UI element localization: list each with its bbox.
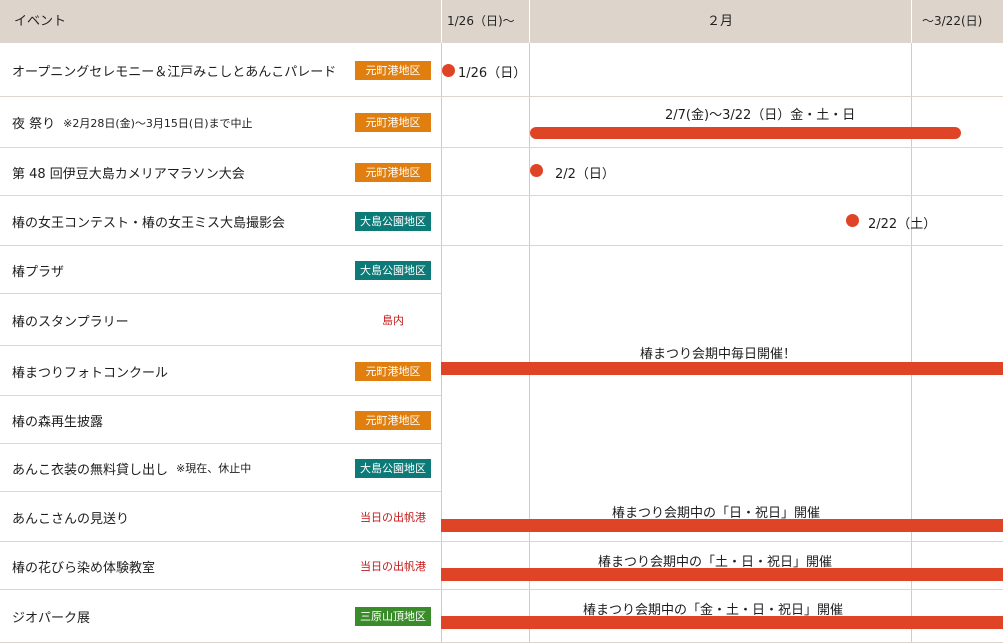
area-badge: 当日の出帆港 (360, 560, 426, 573)
header-end-date: 〜3/22(日) (922, 14, 983, 28)
event-name: 椿プラザ (12, 246, 64, 294)
event-name: 椿の森再生披露 (12, 396, 103, 444)
event-note: ※2月28日(金)〜3月15日(日)まで中止 (63, 116, 253, 130)
queen-dot (846, 214, 859, 227)
queen-date-label: 2/22（土） (868, 217, 937, 232)
event-note: ※現在、休止中 (176, 462, 252, 475)
area-badge: 当日の出帆港 (360, 511, 426, 524)
area-badge: 島内 (382, 314, 404, 327)
event-name-text: 椿の森再生披露 (12, 414, 104, 430)
daily-label: 椿まつり会期中毎日開催！ (640, 347, 797, 362)
event-name-text: 第 48 回伊豆大島カメリアマラソン大会 (12, 166, 245, 182)
event-name-text: 椿プラザ (12, 264, 65, 280)
sat-sun-holiday-bar (441, 568, 1003, 581)
event-name: あんこさんの見送り (12, 492, 129, 542)
area-badge: 大島公園地区 (355, 459, 431, 478)
event-name: 夜 祭り ※2月28日(金)〜3月15日(日)まで中止 (12, 97, 253, 148)
event-name-text: ジオパーク展 (12, 611, 91, 626)
night-festival-label: 2/7(金)〜3/22（日）金・土・日 (665, 108, 856, 123)
event-name: 椿のスタンプラリー (12, 294, 129, 346)
event-name-text: あんこさんの見送り (12, 511, 130, 527)
sun-holiday-bar (441, 519, 1003, 532)
daily-bar (441, 362, 1003, 375)
table-row: 椿プラザ 大島公園地区 (0, 246, 1003, 294)
event-name: オープニングセレモニー＆江戸みこしとあんこパレード (12, 44, 336, 97)
area-badge: 元町港地区 (355, 113, 431, 132)
table-row: 椿の森再生披露 元町港地区 (0, 396, 1003, 444)
event-name: ジオパーク展 (12, 590, 90, 643)
table-row: 椿のスタンプラリー 島内 (0, 294, 1003, 346)
event-name-text: 椿まつりフォトコンクール (12, 365, 169, 381)
event-name: 椿まつりフォトコンクール (12, 346, 168, 396)
table-row: あんこ衣装の無料貸し出し ※現在、休止中 大島公園地区 (0, 444, 1003, 492)
event-name-text: 椿の女王コンテスト・椿の女王ミス大島撮影会 (12, 215, 286, 231)
table-row: 椿の花びら染め体験教室 当日の出帆港 (0, 542, 1003, 590)
table-header: イベント 1/26（日)〜 ２月 〜3/22(日) (0, 0, 1003, 43)
event-name-text: あんこ衣装の無料貸し出し (12, 462, 169, 478)
opening-date-label: 1/26（日） (458, 66, 527, 81)
area-badge: 元町港地区 (355, 362, 431, 381)
opening-dot (442, 64, 455, 77)
event-name-text: 椿の花びら染め体験教室 (12, 560, 156, 576)
event-schedule-table: イベント 1/26（日)〜 ２月 〜3/22(日) オープニングセレモニー＆江戸… (0, 0, 1003, 643)
event-name: あんこ衣装の無料貸し出し ※現在、休止中 (12, 444, 251, 492)
area-badge: 元町港地区 (355, 163, 431, 182)
header-start-date: 1/26（日)〜 (447, 14, 515, 28)
event-name: 椿の女王コンテスト・椿の女王ミス大島撮影会 (12, 196, 285, 246)
marathon-dot (530, 164, 543, 177)
table-row: あんこさんの見送り 当日の出帆港 (0, 492, 1003, 542)
header-divider (529, 0, 530, 43)
header-divider (911, 0, 912, 43)
night-festival-bar (530, 127, 961, 139)
area-badge: 元町港地区 (355, 411, 431, 430)
event-name: 椿の花びら染め体験教室 (12, 542, 155, 590)
header-divider (441, 0, 442, 43)
event-name-text: 椿のスタンプラリー (12, 314, 129, 330)
area-badge: 元町港地区 (355, 61, 431, 80)
event-name-text: 夜 祭り (12, 117, 56, 132)
area-badge: 大島公園地区 (355, 261, 431, 280)
area-badge: 大島公園地区 (355, 212, 431, 231)
marathon-date-label: 2/2（日） (555, 167, 615, 182)
event-name-text: オープニングセレモニー＆江戸みこしとあんこパレード (12, 65, 337, 80)
event-name: 第 48 回伊豆大島カメリアマラソン大会 (12, 148, 245, 196)
header-event: イベント (14, 14, 67, 29)
area-badge: 三原山頂地区 (355, 607, 431, 626)
table-row: 第 48 回伊豆大島カメリアマラソン大会 元町港地区 (0, 148, 1003, 196)
header-february: ２月 (707, 14, 734, 29)
fri-sat-sun-holiday-bar (441, 616, 1003, 629)
